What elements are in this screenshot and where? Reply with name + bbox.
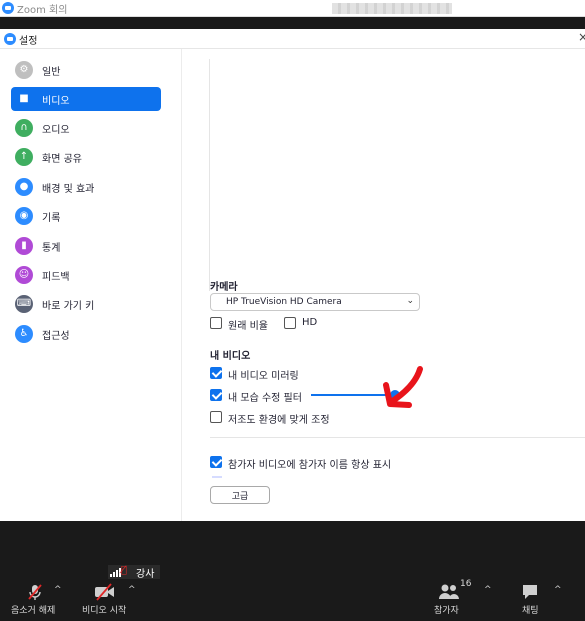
- gear-icon: ⚙: [15, 61, 33, 79]
- my-video-section-label: 내 비디오: [210, 351, 251, 362]
- camera-section-label: 카메라: [210, 282, 238, 293]
- headphones-icon: ∩: [15, 119, 33, 137]
- keyboard-icon: ⌨: [15, 295, 33, 313]
- sidebar-item[interactable]: ☺ 피드백: [11, 263, 161, 287]
- touch-up-box[interactable]: [210, 389, 222, 401]
- feedback-smile-icon: ☺: [15, 266, 33, 284]
- video-off-icon: [95, 583, 114, 601]
- muted-microphone-icon: [28, 584, 42, 600]
- video-settings-panel: 카메라 HP TrueVision HD Camera ⌄ 원래 비율 HD 내…: [183, 49, 585, 521]
- feedback-smile-icon-glyph: ☺: [18, 269, 30, 280]
- video-camera-icon: ■: [15, 90, 33, 108]
- camera-select-value: HP TrueVision HD Camera: [226, 297, 342, 307]
- mirror-video-checkbox[interactable]: 내 비디오 미러링: [210, 366, 330, 382]
- show-names-label: 참가자 비디오에 참가자 이름 항상 표시: [228, 460, 392, 471]
- settings-titlebar: 설정 ×: [0, 29, 585, 49]
- advanced-button[interactable]: 고급: [210, 486, 270, 504]
- chevron-down-icon: ⌄: [406, 296, 414, 306]
- section-divider: [210, 437, 585, 438]
- hd-box[interactable]: [284, 317, 296, 329]
- keyboard-icon-glyph: ⌨: [16, 298, 32, 309]
- sidebar-item[interactable]: ⌨ 바로 가기 키: [11, 292, 161, 316]
- mirror-video-label: 내 비디오 미러링: [228, 371, 299, 382]
- scroll-hint-line: [212, 476, 222, 478]
- touch-up-label: 내 모습 수정 필터: [228, 393, 302, 404]
- zoom-logo-icon: [2, 2, 14, 14]
- hd-label: HD: [302, 317, 318, 328]
- sidebar-item-label: 오디오: [42, 125, 70, 136]
- settings-sidebar: ⚙ 일반 ■ 비디오 ∩ 오디오 ↑ 화면 공유 ● 배경 및 효과 ◉ 기록 ▮ 통계 ☺ 피드백 ⌨ 바로 가…: [0, 49, 182, 521]
- sidebar-item-label: 배경 및 효과: [42, 184, 95, 195]
- red-arrow-annotation: [383, 366, 423, 408]
- record-icon: ◉: [15, 207, 33, 225]
- record-icon-glyph: ◉: [19, 210, 29, 221]
- meeting-titlebar: Zoom 회의: [0, 0, 585, 17]
- background-person-icon-glyph: ●: [19, 181, 29, 192]
- sidebar-item[interactable]: ↑ 화면 공유: [11, 145, 161, 169]
- start-video-label: 비디오 시작: [82, 606, 127, 616]
- statistics-icon-glyph: ▮: [21, 240, 27, 251]
- touch-up-checkbox[interactable]: 내 모습 수정 필터: [210, 388, 310, 404]
- sidebar-item-label: 피드백: [42, 272, 70, 283]
- sidebar-item-label: 비디오: [42, 96, 70, 107]
- settings-window: 설정 × ⚙ 일반 ■ 비디오 ∩ 오디오 ↑ 화면 공유 ● 배경 및 효과 ◉ 기록 ▮ 통계 ☺ 피드백…: [0, 29, 585, 521]
- accessibility-icon: ♿: [15, 325, 33, 343]
- speaker-name: 강사: [136, 569, 155, 580]
- chevron-up-icon[interactable]: ^: [54, 585, 62, 595]
- sidebar-item[interactable]: ▮ 통계: [11, 234, 161, 258]
- video-preview: [209, 59, 585, 291]
- participants-icon: [439, 584, 459, 599]
- video-camera-icon-glyph: ■: [19, 93, 29, 104]
- low-light-label: 저조도 환경에 맞게 조정: [228, 415, 330, 426]
- headphones-icon-glyph: ∩: [20, 122, 28, 133]
- hd-checkbox[interactable]: HD: [284, 316, 324, 332]
- original-ratio-checkbox[interactable]: 원래 비율: [210, 316, 280, 332]
- original-ratio-label: 원래 비율: [228, 321, 268, 332]
- sidebar-item[interactable]: ∩ 오디오: [11, 116, 161, 140]
- active-speaker-tag: 🎙̸ 강사: [108, 565, 160, 580]
- chat-bubble-icon: [523, 585, 537, 599]
- sidebar-item[interactable]: ● 배경 및 효과: [11, 175, 161, 199]
- background-person-icon: ●: [15, 178, 33, 196]
- mirror-video-box[interactable]: [210, 367, 222, 379]
- meeting-toolbar: 🎙̸ 강사 ^ 음소거 해제 ^ 비디오 시작 16 ^ 참가자 ^ 채팅: [0, 521, 585, 621]
- sidebar-item[interactable]: ■ 비디오: [11, 87, 161, 111]
- chat-label: 채팅: [522, 606, 539, 616]
- muted-microphone-icon: 🎙̸: [121, 565, 128, 576]
- show-names-checkbox[interactable]: 참가자 비디오에 참가자 이름 항상 표시: [210, 455, 440, 471]
- unmute-label: 음소거 해제: [11, 606, 56, 616]
- screen-share-icon: ↑: [15, 148, 33, 166]
- original-ratio-box[interactable]: [210, 317, 222, 329]
- sidebar-item[interactable]: ♿ 접근성: [11, 322, 161, 346]
- meeting-window-title: Zoom 회의: [17, 5, 68, 16]
- statistics-icon: ▮: [15, 237, 33, 255]
- show-names-box[interactable]: [210, 456, 222, 468]
- sidebar-item-label: 화면 공유: [42, 154, 82, 165]
- gear-icon-glyph: ⚙: [19, 64, 29, 75]
- sidebar-item[interactable]: ◉ 기록: [11, 204, 161, 228]
- sidebar-item[interactable]: ⚙ 일반: [11, 58, 161, 82]
- signal-bars-icon: [110, 568, 121, 577]
- sidebar-item-label: 바로 가기 키: [42, 301, 95, 312]
- settings-title: 설정: [19, 36, 38, 47]
- camera-select[interactable]: HP TrueVision HD Camera ⌄: [210, 293, 420, 311]
- low-light-box[interactable]: [210, 411, 222, 423]
- close-icon[interactable]: ×: [578, 30, 585, 44]
- sidebar-item-label: 일반: [42, 67, 61, 78]
- accessibility-icon-glyph: ♿: [19, 328, 29, 339]
- sidebar-item-label: 접근성: [42, 331, 70, 342]
- sidebar-item-label: 통계: [42, 243, 61, 254]
- zoom-logo-icon: [4, 33, 16, 45]
- screen-share-icon-glyph: ↑: [19, 151, 29, 162]
- sidebar-item-label: 기록: [42, 213, 61, 224]
- participants-count: 16: [460, 579, 472, 589]
- chevron-up-icon[interactable]: ^: [554, 585, 562, 595]
- low-light-checkbox[interactable]: 저조도 환경에 맞게 조정: [210, 410, 350, 426]
- participants-label: 참가자: [434, 606, 459, 616]
- chevron-up-icon[interactable]: ^: [128, 585, 136, 595]
- titlebar-thumbnail-strip: [332, 3, 452, 14]
- chevron-up-icon[interactable]: ^: [484, 585, 492, 595]
